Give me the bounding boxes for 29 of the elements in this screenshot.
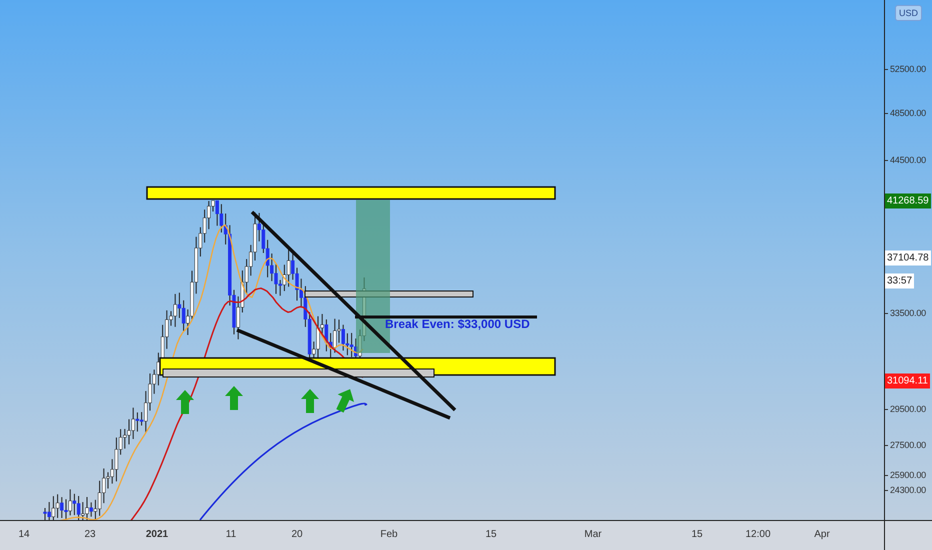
up-arrow-icon: [176, 390, 194, 414]
price-tick-label: 52500.00: [885, 64, 926, 74]
price-tick-label: 24300.00: [885, 485, 926, 495]
time-tick-label: 2021: [146, 529, 168, 540]
time-tick-label: Feb: [380, 529, 398, 540]
price-tick-label: 25900.00: [885, 470, 926, 480]
up-arrow-icon: [336, 389, 354, 413]
time-tick-label: 12:00: [745, 529, 771, 540]
time-tick-label: 14: [18, 529, 30, 540]
price-tick-label: 44500.00: [885, 155, 926, 165]
break-even-label: Break Even: $33,000 USD: [385, 317, 530, 331]
price-badge: 37104.78: [885, 250, 931, 266]
price-badge: 41268.59: [885, 194, 931, 208]
price-tick-label: 33500.00: [885, 308, 926, 318]
price-tick-label: 48500.00: [885, 108, 926, 118]
time-tick-label: 15: [691, 529, 703, 540]
up-arrow-icon: [225, 386, 243, 410]
time-tick-label: 11: [226, 529, 236, 540]
currency-button[interactable]: USD: [895, 5, 922, 21]
price-tick-label: 27500.00: [885, 440, 926, 450]
price-tick-label: 29500.00: [885, 404, 926, 414]
time-tick-label: 15: [485, 529, 497, 540]
time-tick-label: Apr: [814, 529, 830, 540]
up-arrow-icon: [301, 389, 319, 413]
time-tick-label: Mar: [584, 529, 602, 540]
price-badge: 31094.11: [885, 374, 930, 388]
time-tick-label: 23: [84, 529, 96, 540]
time-tick-label: 20: [291, 529, 303, 540]
price-badge: 33:57: [885, 274, 914, 288]
